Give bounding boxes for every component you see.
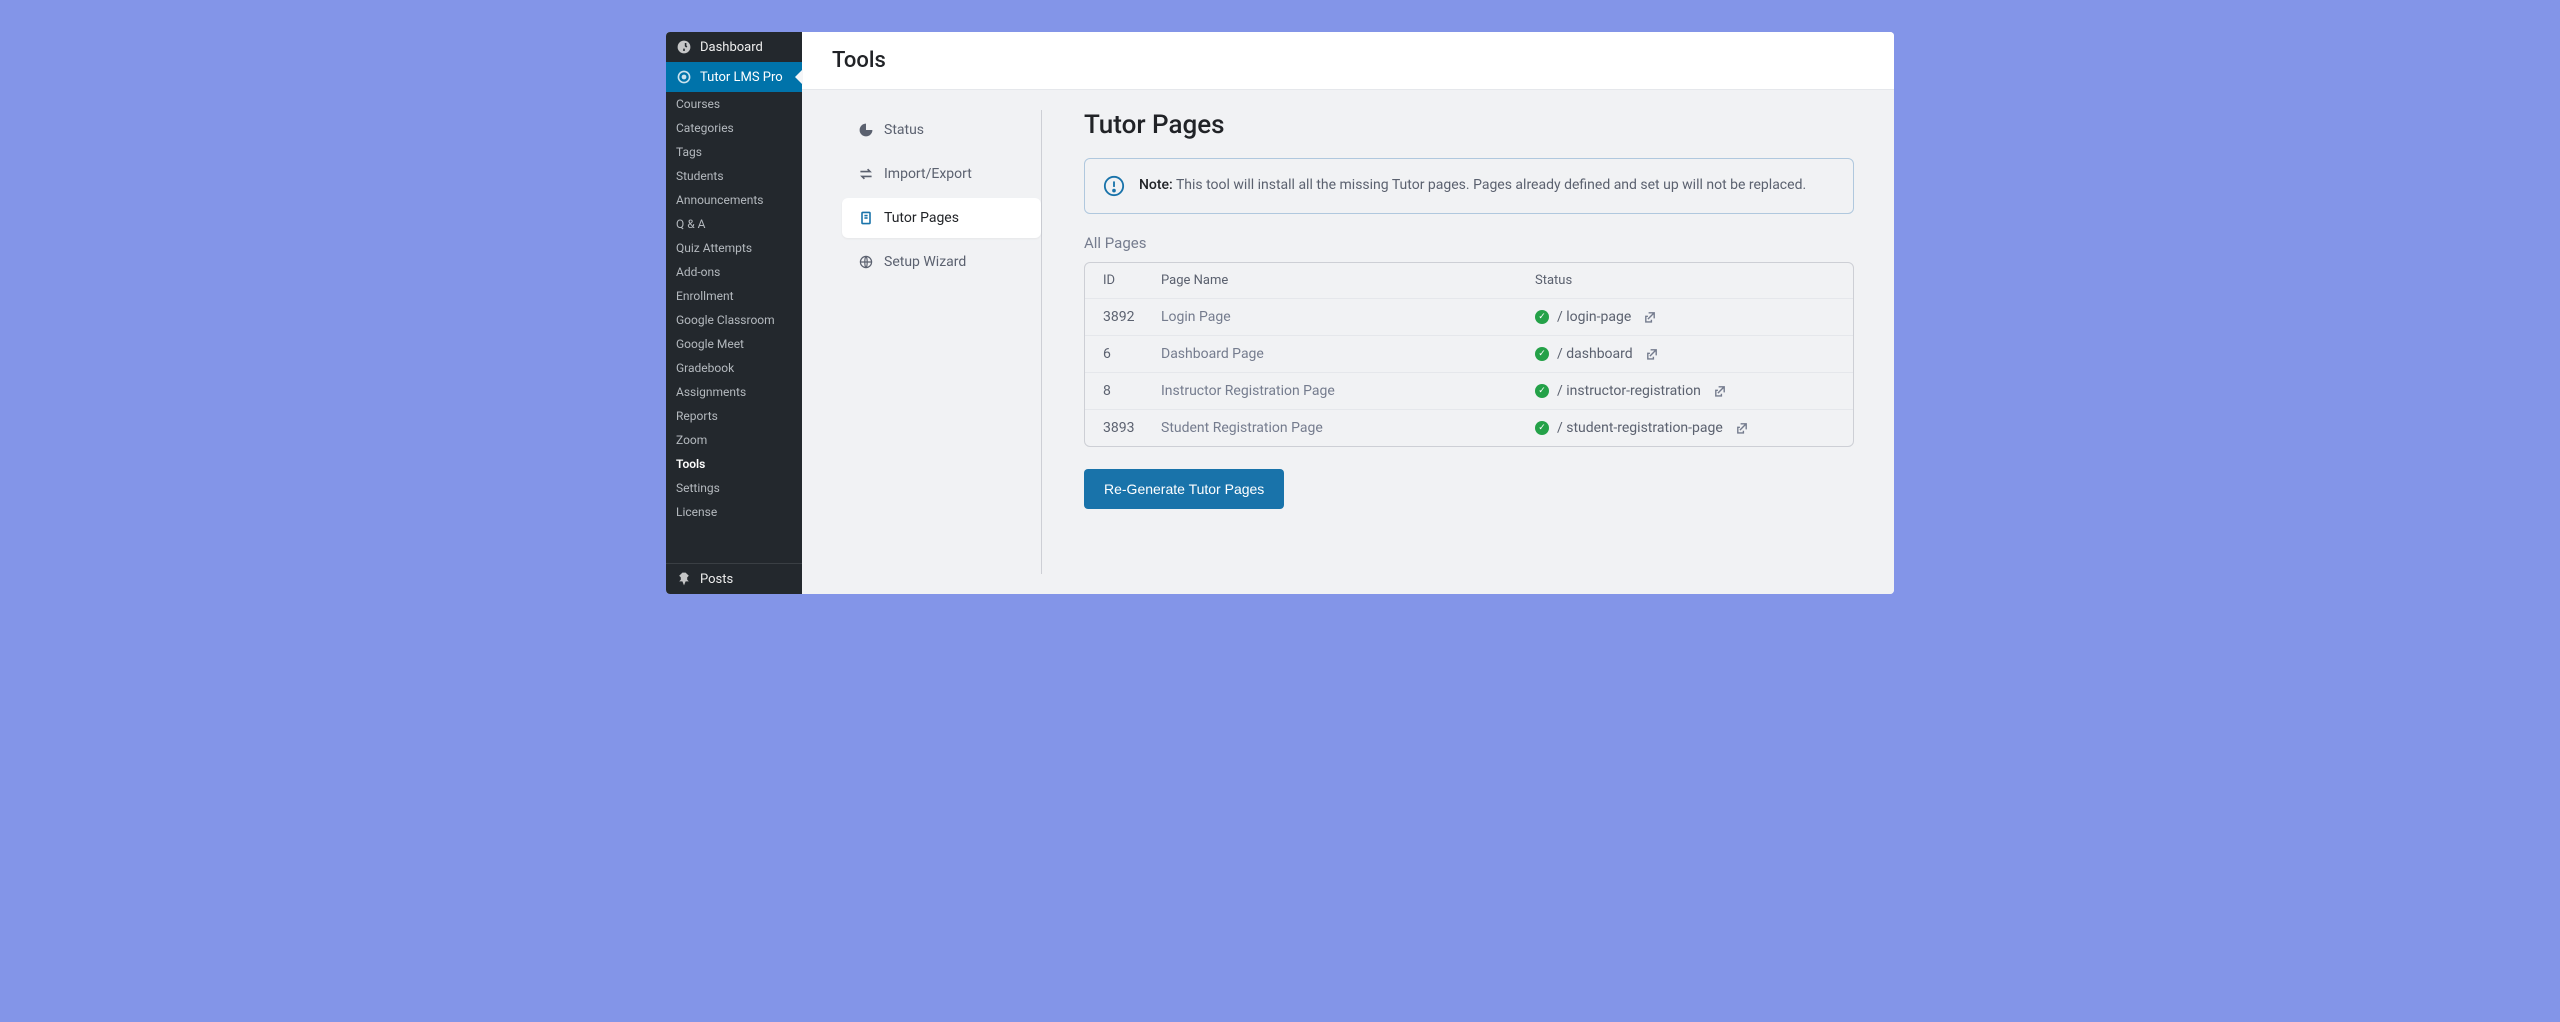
sidebar-label: Tutor LMS Pro	[700, 70, 783, 85]
sidebar-sub-item[interactable]: Assignments	[666, 380, 802, 404]
exchange-icon	[858, 166, 874, 182]
page-content: Tutor Pages Note: This tool will install…	[1072, 110, 1854, 574]
col-header-status: Status	[1535, 273, 1835, 288]
note-body: This tool will install all the missing T…	[1176, 177, 1806, 193]
note-text: Note: This tool will install all the mis…	[1139, 175, 1806, 196]
tutor-icon	[676, 69, 692, 85]
sidebar-sub-item[interactable]: License	[666, 500, 802, 524]
check-circle-icon: ✓	[1535, 421, 1549, 435]
sidebar-sub-item[interactable]: Tools	[666, 452, 802, 476]
sidebar-sub-item[interactable]: Reports	[666, 404, 802, 428]
pages-icon	[858, 210, 874, 226]
sidebar-sub-item[interactable]: Zoom	[666, 428, 802, 452]
content-wrap: Status Import/Export Tutor Pages Setup Wiza…	[802, 90, 1894, 594]
sidebar-item-tutor-lms-pro[interactable]: Tutor LMS Pro	[666, 62, 802, 92]
table-row: 6Dashboard Page✓ / dashboard	[1085, 335, 1853, 372]
table-row: 3892Login Page✓ / login-page	[1085, 298, 1853, 335]
dashboard-icon	[676, 39, 692, 55]
sidebar-sub-item[interactable]: Gradebook	[666, 356, 802, 380]
alert-icon	[1103, 175, 1125, 197]
page-slug: / instructor-registration	[1557, 383, 1701, 399]
sidebar-sub-item[interactable]: Announcements	[666, 188, 802, 212]
cell-id: 3893	[1103, 420, 1161, 436]
admin-sidebar: Dashboard Tutor LMS Pro CoursesCategorie…	[666, 32, 802, 594]
cell-page-name[interactable]: Login Page	[1161, 309, 1535, 325]
tab-label: Tutor Pages	[884, 210, 959, 226]
external-link-icon[interactable]	[1643, 310, 1657, 324]
sidebar-item-dashboard[interactable]: Dashboard	[666, 32, 802, 62]
page-title: Tutor Pages	[1084, 110, 1854, 140]
cell-page-name[interactable]: Instructor Registration Page	[1161, 383, 1535, 399]
sidebar-sub-item[interactable]: Add-ons	[666, 260, 802, 284]
sidebar-sub-item[interactable]: Tags	[666, 140, 802, 164]
cell-id: 8	[1103, 383, 1161, 399]
external-link-icon[interactable]	[1713, 384, 1727, 398]
sidebar-sub-item[interactable]: Students	[666, 164, 802, 188]
external-link-icon[interactable]	[1735, 421, 1749, 435]
cell-status: ✓ / login-page	[1535, 309, 1835, 325]
sidebar-sub-item[interactable]: Google Meet	[666, 332, 802, 356]
check-circle-icon: ✓	[1535, 347, 1549, 361]
pages-table: ID Page Name Status 3892Login Page✓/ log…	[1084, 262, 1854, 447]
cell-page-name[interactable]: Student Registration Page	[1161, 420, 1535, 436]
table-row: 8Instructor Registration Page✓ / instruct…	[1085, 372, 1853, 409]
sidebar-sub-item[interactable]: Courses	[666, 92, 802, 116]
info-note: Note: This tool will install all the mis…	[1084, 158, 1854, 214]
cell-id: 6	[1103, 346, 1161, 362]
page-slug: / dashboard	[1557, 346, 1633, 362]
tabs-column: Status Import/Export Tutor Pages Setup Wiza…	[842, 110, 1042, 574]
tab-label: Status	[884, 122, 924, 138]
col-header-name: Page Name	[1161, 273, 1535, 288]
cell-status: ✓ / student-registration-page	[1535, 420, 1835, 436]
sidebar-label: Dashboard	[700, 40, 763, 55]
tab-item[interactable]: Tutor Pages	[842, 198, 1041, 238]
tab-label: Setup Wizard	[884, 254, 966, 270]
globe-icon	[858, 254, 874, 270]
all-pages-label: All Pages	[1084, 234, 1854, 252]
page-slug: / student-registration-page	[1557, 420, 1723, 436]
sidebar-item-posts[interactable]: Posts	[666, 564, 802, 594]
check-circle-icon: ✓	[1535, 384, 1549, 398]
app-window: Dashboard Tutor LMS Pro CoursesCategorie…	[666, 32, 1894, 594]
check-circle-icon: ✓	[1535, 310, 1549, 324]
table-header: ID Page Name Status	[1085, 263, 1853, 298]
tab-item[interactable]: Status	[842, 110, 1041, 150]
note-label: Note:	[1139, 177, 1173, 193]
sidebar-sub-item[interactable]: Enrollment	[666, 284, 802, 308]
tab-item[interactable]: Import/Export	[842, 154, 1041, 194]
main-area: Tools Status Import/Export Tutor Pages Setu…	[802, 32, 1894, 594]
topbar: Tools	[802, 32, 1894, 90]
topbar-title: Tools	[832, 48, 1864, 73]
sidebar-sub-item[interactable]: Q & A	[666, 212, 802, 236]
cell-id: 3892	[1103, 309, 1161, 325]
col-header-id: ID	[1103, 273, 1161, 288]
sidebar-sub-item[interactable]: Settings	[666, 476, 802, 500]
external-link-icon[interactable]	[1645, 347, 1659, 361]
regenerate-button[interactable]: Re-Generate Tutor Pages	[1084, 469, 1284, 509]
cell-status: ✓ / instructor-registration	[1535, 383, 1835, 399]
page-slug: / login-page	[1557, 309, 1631, 325]
pin-icon	[676, 571, 692, 587]
sidebar-sub-item[interactable]: Categories	[666, 116, 802, 140]
sidebar-label: Posts	[700, 572, 733, 587]
tab-label: Import/Export	[884, 166, 972, 182]
table-row: 3893Student Registration Page✓ / student-…	[1085, 409, 1853, 446]
cell-status: ✓ / dashboard	[1535, 346, 1835, 362]
sidebar-sub-item[interactable]: Google Classroom	[666, 308, 802, 332]
pie-icon	[858, 122, 874, 138]
sidebar-sub-item[interactable]: Quiz Attempts	[666, 236, 802, 260]
cell-page-name[interactable]: Dashboard Page	[1161, 346, 1535, 362]
tab-item[interactable]: Setup Wizard	[842, 242, 1041, 282]
